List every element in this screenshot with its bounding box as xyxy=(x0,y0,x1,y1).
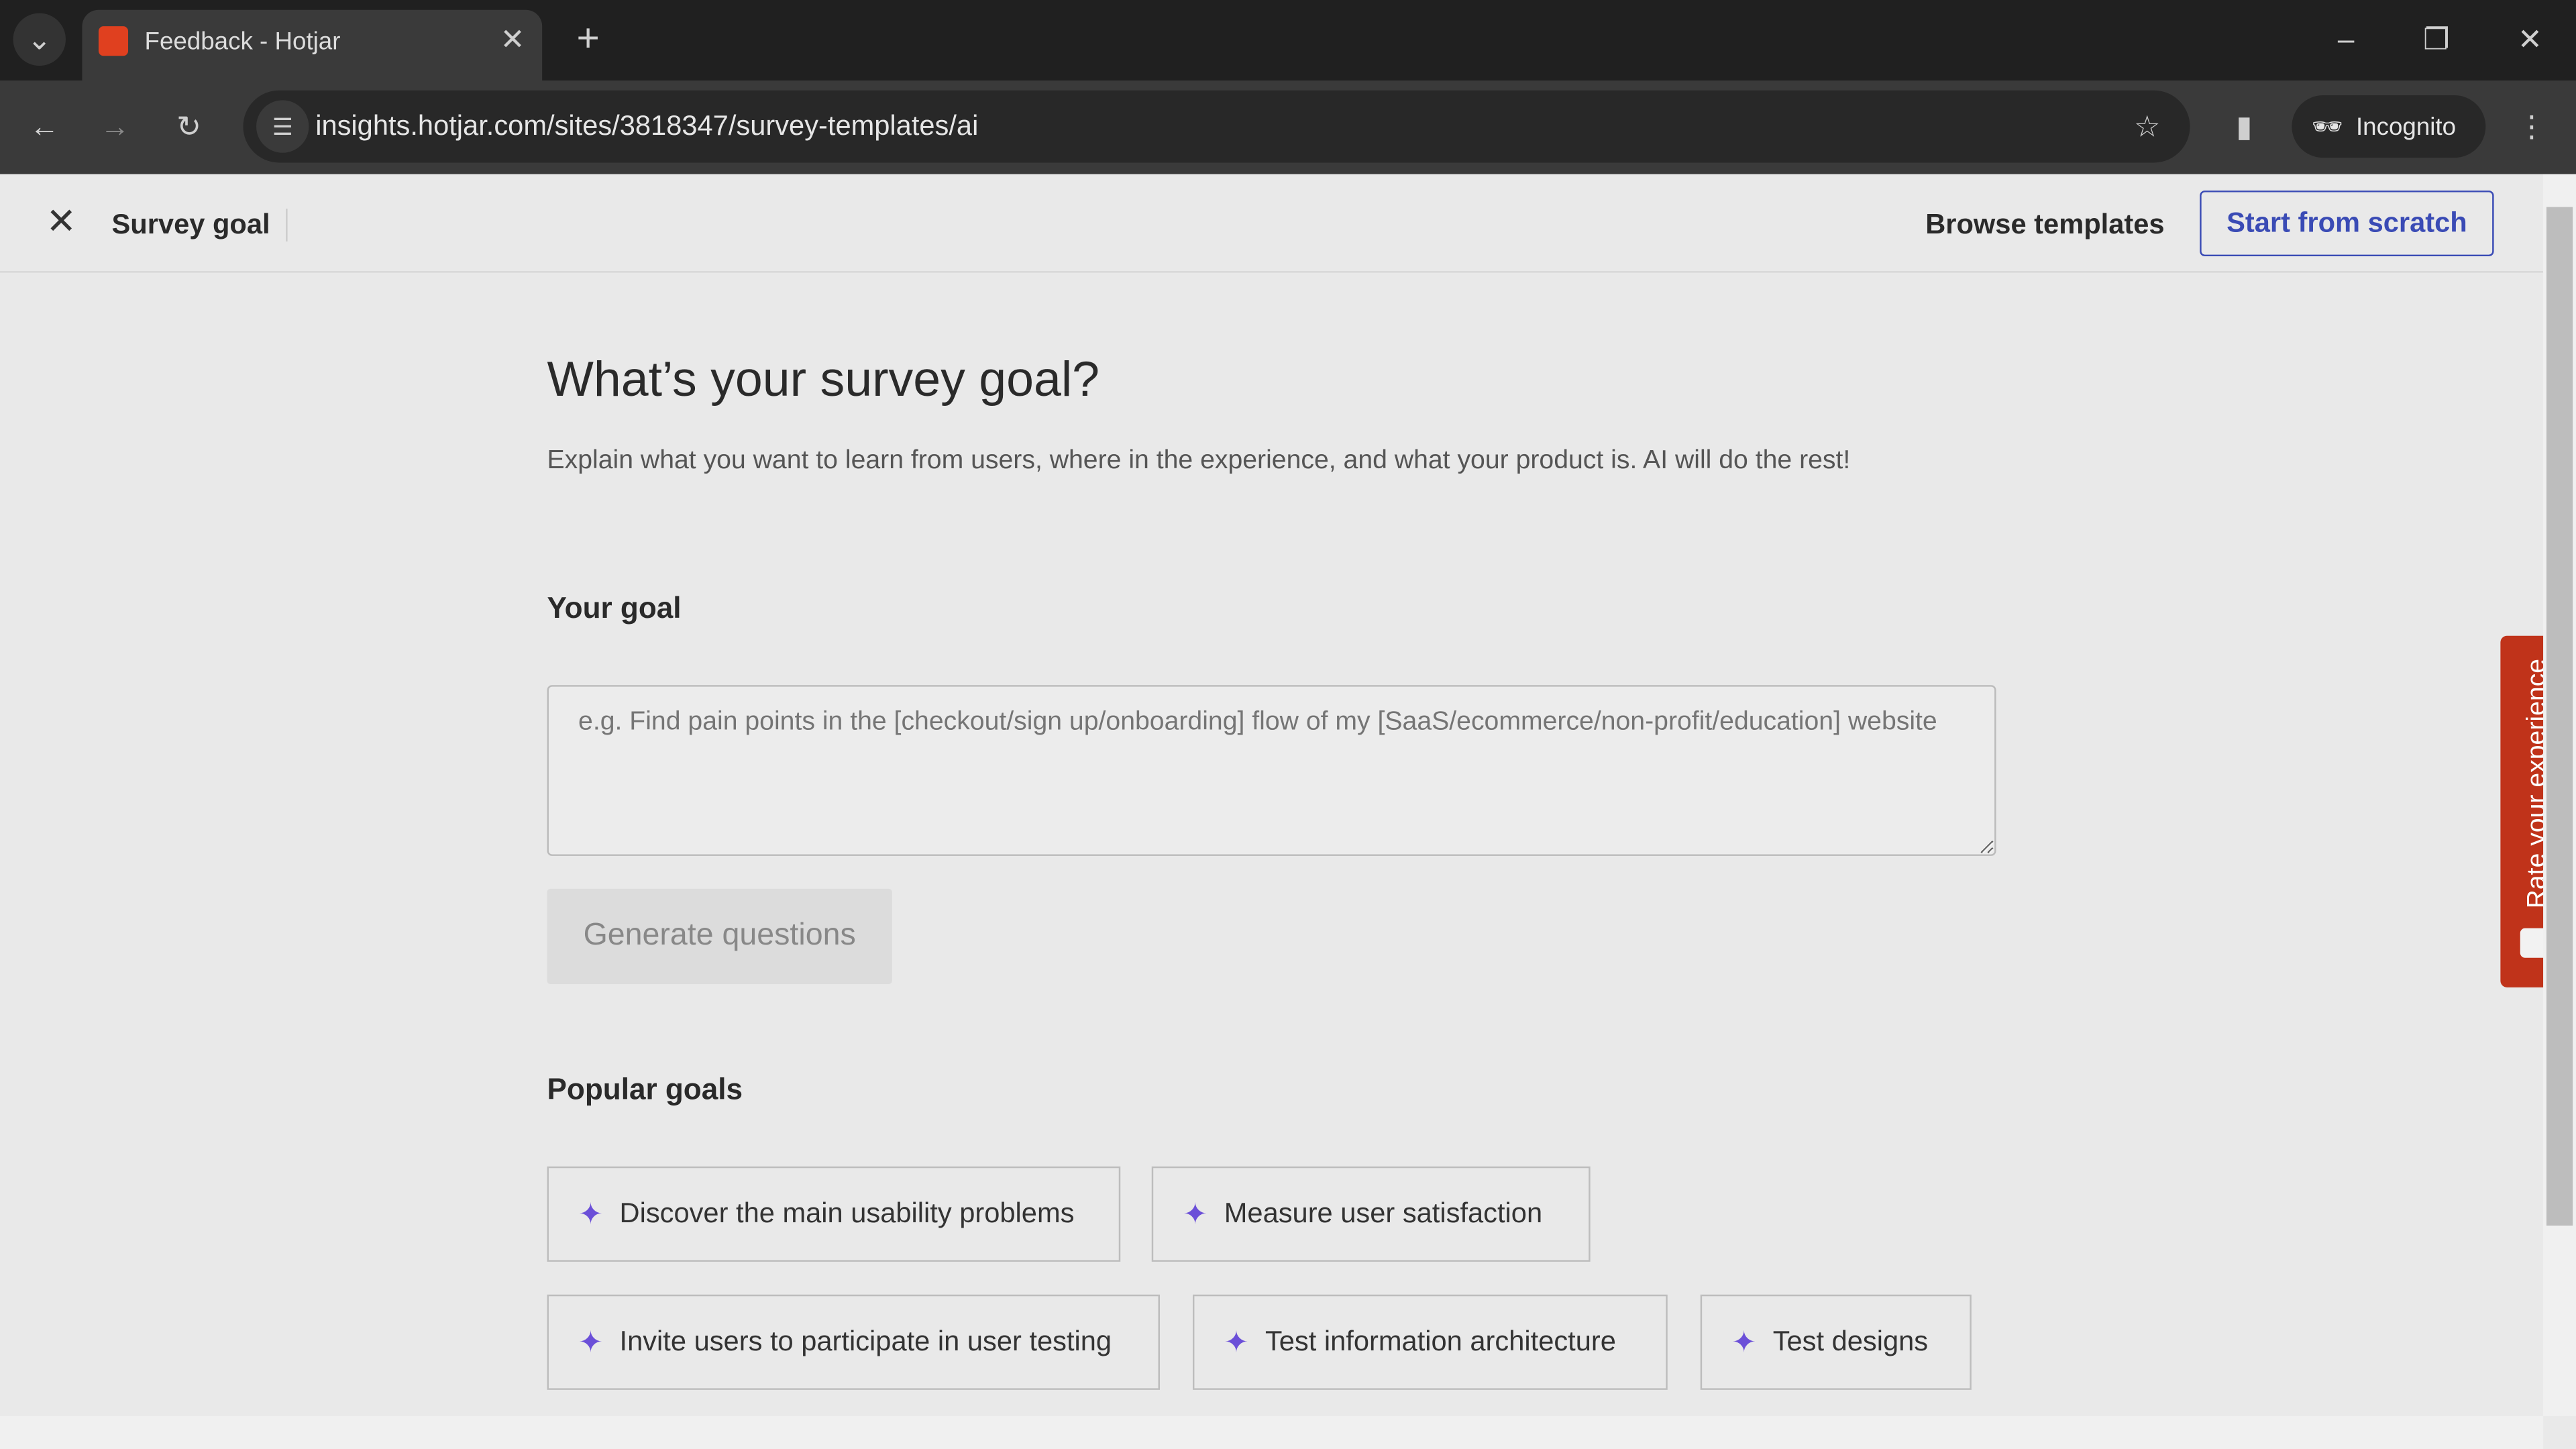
goal-input[interactable] xyxy=(547,685,1996,856)
back-icon[interactable]: ← xyxy=(23,103,66,150)
menu-kebab-icon[interactable]: ⋮ xyxy=(2510,103,2553,150)
generate-questions-button[interactable]: Generate questions xyxy=(547,888,892,984)
tab-search-chevron-icon[interactable]: ⌄ xyxy=(13,13,66,66)
popular-goal-chip[interactable]: ✦ Invite users to participate in user tes… xyxy=(547,1294,1160,1390)
sparkle-icon: ✦ xyxy=(578,1197,604,1230)
bookmark-star-icon[interactable]: ☆ xyxy=(2125,103,2171,150)
chip-label: Test designs xyxy=(1772,1326,1929,1357)
hotjar-favicon-icon xyxy=(98,26,129,56)
side-panel-icon[interactable]: ▮ xyxy=(2221,103,2267,150)
incognito-badge[interactable]: 🕶 Incognito xyxy=(2292,95,2486,158)
browse-templates-link[interactable]: Browse templates xyxy=(1925,209,2164,241)
popular-goal-chip[interactable]: ✦ Measure user satisfaction xyxy=(1151,1166,1591,1262)
reload-icon[interactable]: ↻ xyxy=(168,103,211,150)
vertical-scrollbar[interactable] xyxy=(2543,174,2576,1417)
sparkle-icon: ✦ xyxy=(578,1325,604,1358)
sparkle-icon: ✦ xyxy=(1224,1325,1249,1358)
tab-title: Feedback - Hotjar xyxy=(144,28,341,56)
minimize-icon[interactable]: – xyxy=(2324,16,2367,62)
popular-goal-chip[interactable]: ✦ Test information architecture xyxy=(1192,1294,1668,1390)
chip-label: Measure user satisfaction xyxy=(1224,1197,1543,1229)
new-tab-icon[interactable]: + xyxy=(567,16,610,62)
scrollbar-thumb[interactable] xyxy=(2546,207,2573,1226)
sparkle-icon: ✦ xyxy=(1731,1325,1757,1358)
site-info-icon[interactable]: ☰ xyxy=(256,100,309,153)
restore-icon[interactable]: ❐ xyxy=(2415,16,2458,62)
page-heading: What’s your survey goal? xyxy=(547,353,1100,408)
incognito-icon: 🕶 xyxy=(2311,113,2343,142)
forward-icon[interactable]: → xyxy=(94,103,137,150)
page-header: ✕ Survey goal Browse templates Start fro… xyxy=(0,174,2544,273)
popular-goal-chip[interactable]: ✦ Discover the main usability problems xyxy=(547,1166,1121,1262)
url-text[interactable]: insights.hotjar.com/sites/3818347/survey… xyxy=(315,110,978,143)
horizontal-scrollbar[interactable] xyxy=(0,1416,2544,1449)
popular-goals-label: Popular goals xyxy=(547,1073,743,1106)
browser-tab[interactable]: Feedback - Hotjar ✕ xyxy=(82,9,543,81)
address-bar[interactable]: ☰ insights.hotjar.com/sites/3818347/surv… xyxy=(243,90,2190,163)
subtitle: Explain what you want to learn from user… xyxy=(547,447,1851,475)
chip-label: Discover the main usability problems xyxy=(619,1197,1075,1229)
chip-label: Invite users to participate in user test… xyxy=(619,1326,1112,1357)
incognito-label: Incognito xyxy=(2355,112,2457,141)
start-from-scratch-button[interactable]: Start from scratch xyxy=(2200,191,2494,257)
goal-label: Your goal xyxy=(547,591,682,625)
page-title: Survey goal xyxy=(112,209,288,242)
sparkle-icon: ✦ xyxy=(1183,1197,1208,1230)
close-tab-icon[interactable]: ✕ xyxy=(496,19,529,59)
close-window-icon[interactable]: ✕ xyxy=(2509,16,2552,62)
chip-label: Test information architecture xyxy=(1265,1326,1616,1357)
close-icon[interactable]: ✕ xyxy=(46,201,76,244)
popular-goal-chip[interactable]: ✦ Test designs xyxy=(1700,1294,1972,1390)
